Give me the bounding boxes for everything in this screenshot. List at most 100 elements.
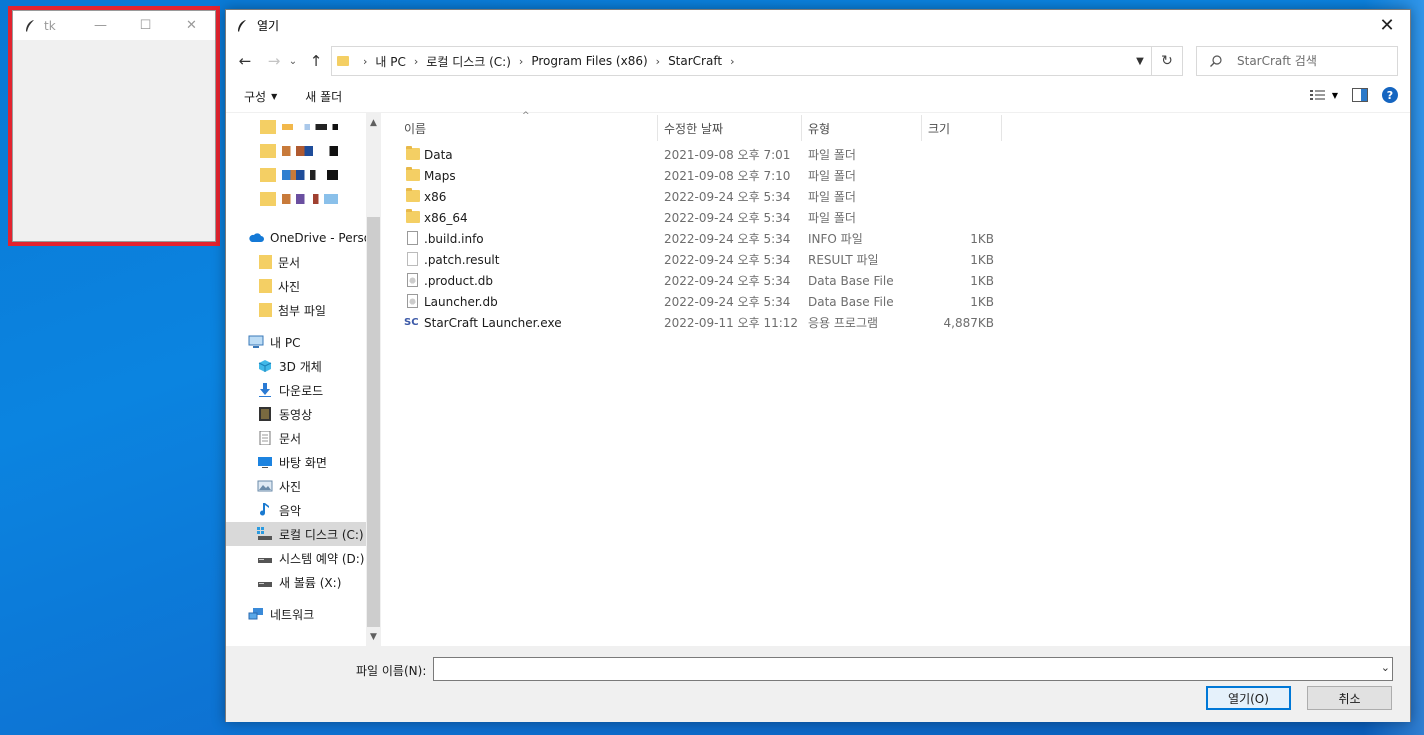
file-name: .patch.result [424,252,500,267]
file-row[interactable]: x86 2022-09-24 오후 5:34 파일 폴더 [402,186,1002,207]
network-icon [248,608,263,620]
nav-item-onedrive[interactable]: OneDrive - Persor [226,226,366,250]
folder-icon [406,188,420,202]
address-bar[interactable]: › 내 PC › 로컬 디스크 (C:) › Program Files (x8… [331,46,1152,76]
file-row[interactable]: Data 2021-09-08 오후 7:01 파일 폴더 [402,144,1002,165]
nav-item-desktop[interactable]: 바탕 화면 [226,450,366,474]
forward-button[interactable]: → [262,49,286,73]
cancel-button[interactable]: 취소 [1307,686,1392,710]
breadcrumb-pc[interactable]: 내 PC [375,53,405,70]
recent-locations-button[interactable]: ⌄ [286,49,300,73]
file-row[interactable]: .build.info 2022-09-24 오후 5:34 INFO 파일 1… [402,228,1002,249]
column-header-date[interactable]: 수정한 날짜 [658,115,802,141]
file-row[interactable]: x86_64 2022-09-24 오후 5:34 파일 폴더 [402,207,1002,228]
chevron-right-icon[interactable]: › [656,55,660,68]
file-row[interactable]: .patch.result 2022-09-24 오후 5:34 RESULT … [402,249,1002,270]
nav-item-3d-objects[interactable]: 3D 개체 [226,354,366,378]
nav-item-downloads[interactable]: 다운로드 [226,378,366,402]
search-box[interactable] [1196,46,1398,76]
quick-access-item[interactable] [226,187,366,211]
chevron-right-icon[interactable]: › [730,55,734,68]
nav-item-label: 네트워크 [270,607,315,622]
nav-item-label: 문서 [278,255,301,270]
breadcrumb-program-files[interactable]: Program Files (x86) [531,54,647,68]
search-input[interactable] [1237,54,1387,68]
up-button[interactable]: ↑ [304,49,328,73]
close-button[interactable]: ✕ [1364,10,1410,41]
tk-maximize-button[interactable]: ☐ [123,11,168,40]
nav-item-music[interactable]: 음악 [226,498,366,522]
tk-window-title: tk [44,18,56,33]
cube-icon [258,360,272,372]
chevron-right-icon[interactable]: › [414,55,418,68]
back-button[interactable]: ← [233,49,257,73]
navpane-scrollbar[interactable]: ▲ ▼ [366,113,381,646]
nav-item-label: 내 PC [270,335,301,350]
chevron-down-icon[interactable]: ⌄ [1381,661,1390,674]
new-folder-button[interactable]: 새 폴더 [305,88,342,105]
folder-icon [406,209,420,223]
redacted-label [282,124,338,130]
nav-item-documents[interactable]: 문서 [226,426,366,450]
file-date: 2022-09-24 오후 5:34 [664,274,791,288]
file-size: 1KB [970,252,994,267]
file-type: 파일 폴더 [808,211,856,225]
nav-item-system-reserved-d[interactable]: 시스템 예약 (D:) [226,546,366,570]
file-row[interactable]: Launcher.db 2022-09-24 오후 5:34 Data Base… [402,291,1002,312]
preview-pane-icon[interactable] [1352,88,1368,102]
nav-item-this-pc[interactable]: 내 PC [226,330,366,354]
video-icon [259,407,271,421]
folder-icon [406,146,420,160]
search-icon [1210,55,1222,67]
file-row[interactable]: Maps 2021-09-08 오후 7:10 파일 폴더 [402,165,1002,186]
scrollbar-thumb[interactable] [367,217,380,627]
breadcrumb-local-disk[interactable]: 로컬 디스크 (C:) [426,53,511,70]
file-date: 2021-09-08 오후 7:01 [664,148,791,162]
column-header-size[interactable]: 크기 [922,115,1002,141]
cloud-icon [249,233,264,242]
help-icon[interactable]: ? [1382,87,1398,103]
chevron-down-icon[interactable]: ▼ [1129,47,1151,75]
nav-item-onedrive-pictures[interactable]: 사진 [226,274,366,298]
filename-input[interactable] [438,659,1368,679]
chevron-right-icon[interactable]: › [519,55,523,68]
nav-item-new-volume-x[interactable]: 새 볼륨 (X:) [226,570,366,594]
file-row[interactable]: .product.db 2022-09-24 오후 5:34 Data Base… [402,270,1002,291]
organize-button[interactable]: 구성 ▼ [244,88,277,105]
open-button[interactable]: 열기(O) [1206,686,1291,710]
file-row[interactable]: SC StarCraft Launcher.exe 2022-09-11 오후 … [402,312,1002,333]
file-date: 2022-09-24 오후 5:34 [664,295,791,309]
quick-access-item[interactable] [226,139,366,163]
view-options-button[interactable]: ▼ [1309,89,1338,101]
file-date: 2022-09-24 오후 5:34 [664,253,791,267]
filename-combobox[interactable]: ⌄ [433,657,1393,681]
nav-item-videos[interactable]: 동영상 [226,402,366,426]
scroll-up-arrow-icon[interactable]: ▲ [366,115,381,130]
column-header-name[interactable]: 이름 [398,115,658,141]
file-list: ^ 이름 수정한 날짜 유형 크기 Data 2021-09-08 오후 7:0… [386,111,1410,646]
nav-item-network[interactable]: 네트워크 [226,602,366,626]
nav-item-label: 사진 [278,279,301,294]
document-icon [259,431,271,445]
nav-item-label: 동영상 [279,407,313,422]
file-type: 파일 폴더 [808,169,856,183]
quick-access-item[interactable] [226,163,366,187]
nav-item-onedrive-documents[interactable]: 문서 [226,250,366,274]
tk-minimize-button[interactable]: — [78,11,123,40]
scroll-down-arrow-icon[interactable]: ▼ [366,629,381,644]
folder-icon [406,167,420,181]
tk-titlebar[interactable]: tk — ☐ ✕ [13,11,215,40]
filename-label: 파일 이름(N): [356,664,427,678]
nav-item-attachments[interactable]: 첨부 파일 [226,298,366,322]
nav-item-pictures[interactable]: 사진 [226,474,366,498]
tk-close-button[interactable]: ✕ [169,11,214,40]
picture-icon [257,480,273,492]
nav-item-local-disk-c[interactable]: 로컬 디스크 (C:) [226,522,366,546]
dialog-titlebar[interactable]: 열기 ✕ [226,10,1410,41]
refresh-button[interactable]: ↻ [1152,46,1183,76]
column-header-type[interactable]: 유형 [802,115,922,141]
file-date: 2022-09-24 오후 5:34 [664,211,791,225]
breadcrumb-starcraft[interactable]: StarCraft [668,54,722,68]
quick-access-item[interactable] [226,115,366,139]
drive-icon [258,558,272,563]
